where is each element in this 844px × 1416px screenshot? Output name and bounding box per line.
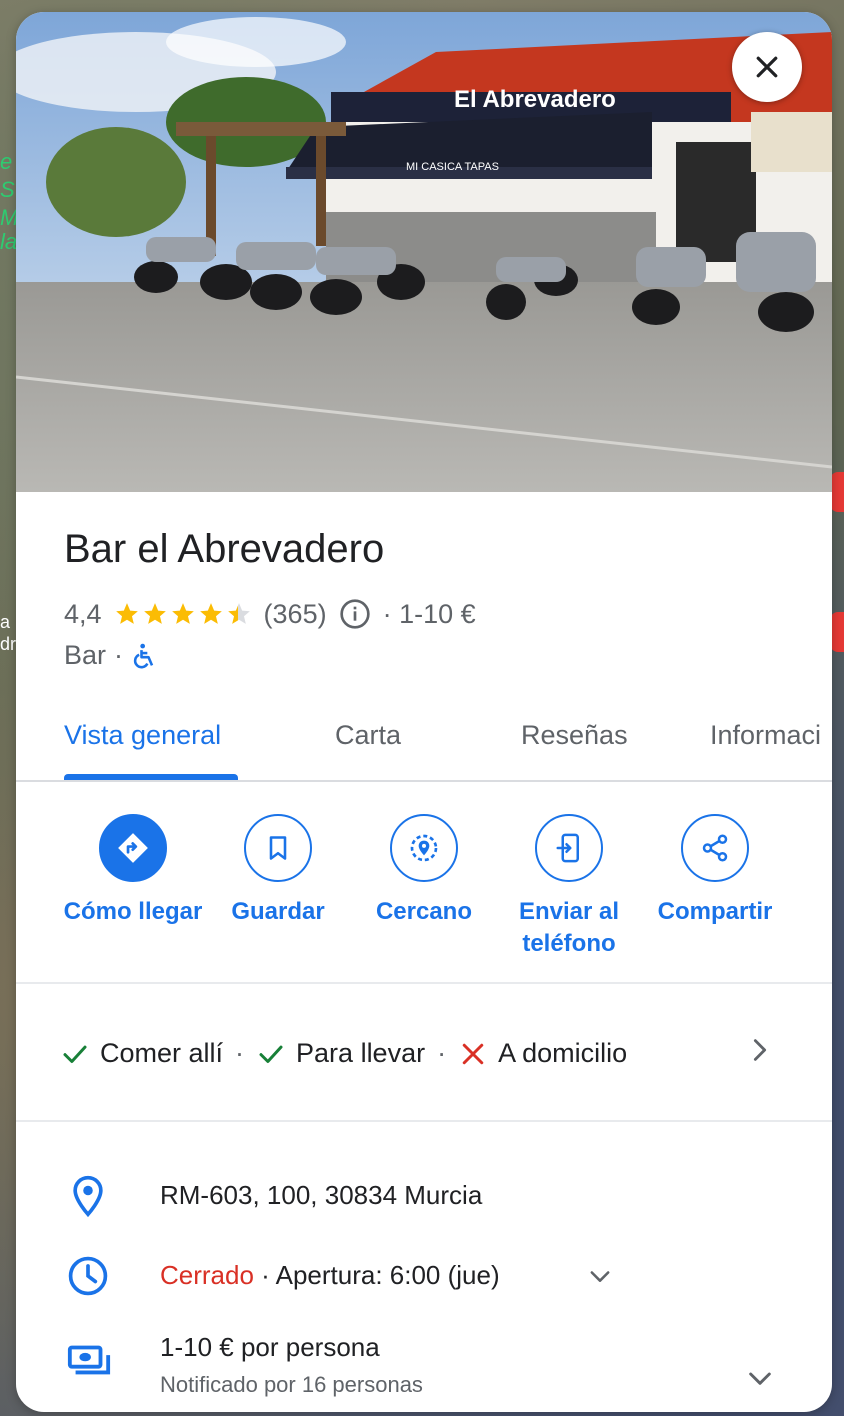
check-icon [259,1045,283,1063]
price-subtext: Notificado por 16 personas [160,1372,423,1397]
location-pin-icon [66,1174,110,1223]
map-restaurant-pin[interactable] [830,472,844,512]
rating-row: 4,4 (365) · 1-10 € [64,598,476,630]
check-icon [63,1045,87,1063]
chevron-down-icon[interactable] [744,1362,776,1399]
service-label: A domicilio [498,1038,628,1068]
divider [16,1120,832,1122]
save-circle [244,814,312,882]
service-options[interactable]: Comer allí · Para llevar · A domicilio [60,1038,627,1069]
nearby-button[interactable]: Cercano [349,814,499,928]
info-icon[interactable] [339,598,371,630]
directions-circle [99,814,167,882]
close-icon [756,56,778,78]
directions-label: Cómo llegar [63,898,203,925]
share-button[interactable]: Compartir [640,814,790,928]
tab-overview[interactable]: Vista general [64,720,221,751]
place-title: Bar el Abrevadero [64,527,385,571]
service-delivery: A domicilio [458,1038,627,1069]
send-to-phone-circle [535,814,603,882]
nearby-circle [390,814,458,882]
hours-status: Cerrado [160,1260,254,1290]
send-to-phone-button[interactable]: Enviar al teléfono [494,814,644,960]
hours-text: Cerrado · Apertura: 6:00 (jue) [160,1260,500,1291]
star-icon [143,603,166,624]
awning-text: MI CASICA TAPAS [406,161,499,173]
price-icon [66,1336,112,1387]
map-label-fragment: e [0,149,13,174]
close-button[interactable] [732,32,802,102]
nearby-icon [410,834,438,862]
hours-detail: · Apertura: 6:00 (jue) [261,1260,500,1290]
share-circle [681,814,749,882]
divider [16,982,832,984]
share-icon [702,834,728,862]
sign-text: El Abrevadero [454,86,616,113]
chevron-right-icon[interactable] [746,1036,774,1069]
map-label-fragment: la [0,229,18,254]
chevron-down-icon[interactable] [586,1262,614,1295]
star-icon [171,603,194,624]
review-count[interactable]: (365) [264,599,327,630]
category-label[interactable]: Bar [64,640,106,671]
map-label-fragment: S [0,177,15,202]
address-text: RM-603, 100, 30834 Murcia [160,1180,483,1210]
price-text: 1-10 € por persona [160,1332,380,1362]
tab-menu[interactable]: Carta [335,720,401,751]
action-buttons: Cómo llegar Guardar Cercano Enviar al te… [16,782,832,982]
clock-icon [66,1254,110,1303]
service-takeout: Para llevar [256,1038,425,1069]
send-to-phone-label: Enviar al teléfono [518,898,620,957]
directions-button[interactable]: Cómo llegar [58,814,208,928]
wheelchair-icon[interactable] [131,642,159,670]
rating-value: 4,4 [64,598,102,629]
bookmark-icon [269,836,287,860]
place-panel: MI CASICA TAPAS El Abrevadero Bar el Abr… [16,12,832,1412]
save-button[interactable]: Guardar [203,814,353,928]
service-label: Para llevar [296,1038,426,1068]
map-restaurant-pin[interactable] [830,612,844,652]
price-level: · 1-10 € [382,598,476,629]
star-icon [115,603,138,624]
map-label-fragment: dr [0,634,17,654]
tab-information[interactable]: Informaci [710,720,821,751]
share-label: Compartir [657,898,773,925]
star-icon [199,603,222,624]
cross-icon [462,1043,484,1064]
category-separator: · [114,640,124,670]
tab-bar: Vista general Carta Reseñas Informaci [16,702,832,782]
place-photo[interactable]: MI CASICA TAPAS El Abrevadero [16,12,832,492]
star-half-icon [227,603,250,624]
service-separator: · [235,1038,245,1068]
send-to-phone-icon [556,833,579,863]
save-label: Guardar [231,898,325,925]
map-label-fragment: a [0,612,11,632]
directions-icon [118,833,148,863]
service-dine-in: Comer allí [60,1038,223,1069]
service-label: Comer allí [100,1038,224,1068]
star-rating [114,601,252,627]
category-row: Bar · [64,640,159,671]
service-separator: · [437,1038,447,1068]
nearby-label: Cercano [375,898,473,925]
active-tab-indicator [64,774,238,780]
tab-reviews[interactable]: Reseñas [521,720,628,751]
